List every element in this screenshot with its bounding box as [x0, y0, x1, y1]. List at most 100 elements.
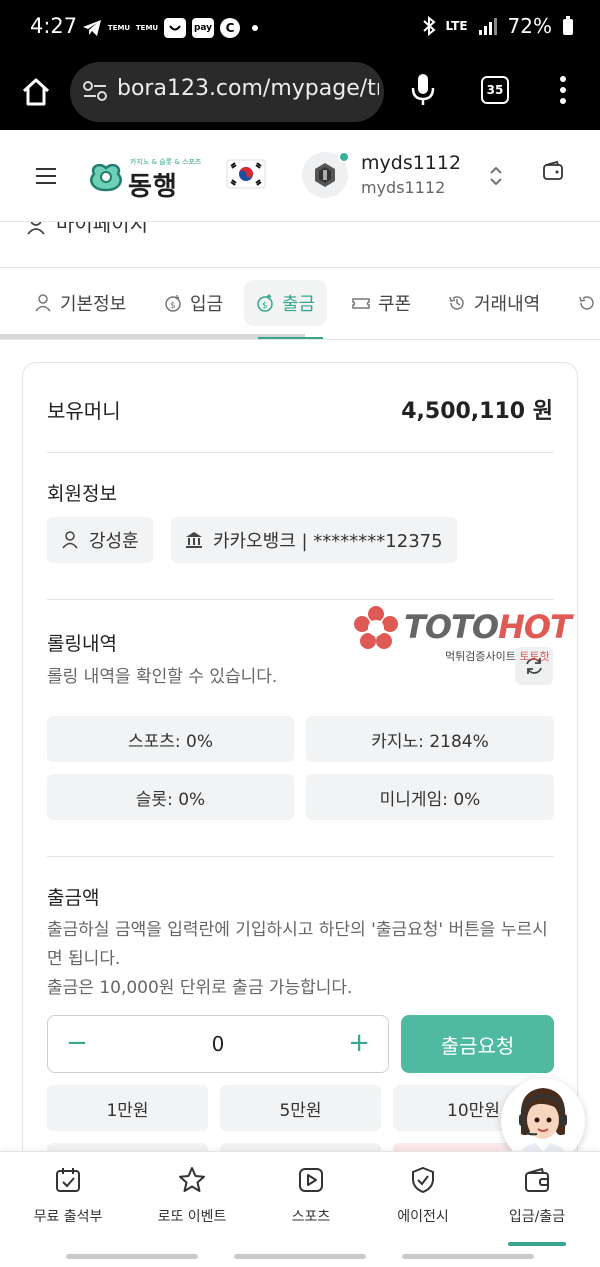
- signal-icon: [478, 18, 497, 35]
- gesture-bar: [402, 1254, 534, 1259]
- nav-label: 무료 출석부: [33, 1209, 103, 1225]
- mypage-tabs: 기본정보 $ 입금 $ 출금 쿠폰 거래내역: [0, 268, 600, 340]
- user-avatar[interactable]: [302, 151, 350, 198]
- network-label: LTE: [445, 19, 468, 33]
- tab-withdraw[interactable]: $ 출금: [244, 280, 328, 326]
- nav-label: 스포츠: [291, 1209, 331, 1225]
- dot-icon: [252, 25, 258, 31]
- temu-icon: TEMU: [108, 18, 130, 38]
- user-id: myds1112: [361, 178, 446, 197]
- active-tab-underline: [258, 337, 323, 339]
- bank-icon: [186, 532, 202, 548]
- shield-check-icon: [412, 1166, 434, 1194]
- temu-icon: TEMU: [136, 18, 158, 38]
- more-menu-icon[interactable]: [558, 74, 568, 106]
- system-icons: LTE 72%: [422, 14, 575, 38]
- star-icon: [179, 1167, 205, 1192]
- rolling-description: 롤링 내역을 확인할 수 있습니다.: [47, 667, 278, 687]
- tab-more[interactable]: [566, 280, 600, 326]
- microphone-icon[interactable]: [410, 72, 436, 106]
- balance-label: 보유머니: [47, 399, 121, 423]
- rolling-casino: 카지노: 2184%: [306, 716, 554, 762]
- notification-icons: TEMU TEMU pay C: [82, 18, 258, 38]
- ticket-icon: [352, 298, 370, 309]
- deposit-icon: $: [165, 295, 181, 312]
- withdraw-unit-note: 출금은 10,000원 단위로 출금 가능합니다.: [47, 978, 353, 998]
- site-header: 카지노 & 슬롯 & 스포츠 동행 myds1112 myds1112: [0, 130, 600, 222]
- divider: [47, 599, 554, 600]
- bluetooth-icon: [422, 16, 436, 36]
- battery-percent: 72%: [507, 14, 552, 38]
- status-bar: 4:27 TEMU TEMU pay C LTE 72%: [0, 0, 600, 58]
- username: myds1112: [361, 152, 462, 174]
- logo-name: 동행: [128, 172, 178, 202]
- divider: [47, 856, 554, 857]
- user-icon: [35, 294, 51, 312]
- quick-amount-10k[interactable]: 1만원: [47, 1085, 208, 1131]
- gesture-bar: [66, 1254, 198, 1259]
- battery-icon: [563, 16, 573, 35]
- tab-history[interactable]: 거래내역: [436, 280, 552, 326]
- telegram-icon: [83, 20, 101, 36]
- bank-account-chip: 카카오뱅크 | ********12375: [171, 517, 457, 563]
- user-icon: [62, 531, 78, 549]
- play-icon: [299, 1168, 323, 1192]
- active-nav-indicator: [508, 1242, 566, 1246]
- nav-label: 에이전시: [397, 1209, 449, 1225]
- tab-basic-info[interactable]: 기본정보: [22, 280, 138, 326]
- tab-label: 거래내역: [474, 294, 541, 315]
- korea-flag-icon[interactable]: [226, 158, 266, 190]
- wallet-icon: [525, 1167, 549, 1192]
- increase-button[interactable]: +: [348, 1030, 370, 1056]
- browser-toolbar: bora123.com/mypage/tr 35: [0, 58, 600, 130]
- nav-lotto-event[interactable]: 로또 이벤트: [137, 1166, 247, 1236]
- withdraw-icon: $: [257, 294, 273, 312]
- calendar-check-icon: [56, 1168, 80, 1192]
- rolling-minigame: 미니게임: 0%: [306, 774, 554, 820]
- nav-label: 로또 이벤트: [157, 1209, 227, 1225]
- withdraw-card: 보유머니 4,500,110 원 회원정보 강성훈 카카오뱅크 | ******…: [22, 362, 578, 1222]
- wallet-icon[interactable]: [542, 160, 564, 182]
- watermark-brand: TOTOHOT: [404, 608, 572, 646]
- withdraw-description: 출금하실 금액을 입력란에 기입하시고 하단의 '출금요청' 버튼을 누르시면 …: [47, 920, 548, 969]
- nav-deposit-withdraw[interactable]: 입금/출금: [482, 1166, 592, 1236]
- site-logo[interactable]: 카지노 & 슬롯 & 스포츠 동행: [86, 154, 201, 202]
- svg-text:$: $: [262, 301, 268, 311]
- status-time: 4:27: [30, 14, 78, 38]
- account-switch-icon[interactable]: [488, 166, 504, 186]
- user-icon: [27, 222, 45, 235]
- nav-label: 입금/출금: [508, 1209, 566, 1225]
- rolling-slot: 슬롯: 0%: [47, 774, 294, 820]
- tab-label: 쿠폰: [378, 294, 412, 315]
- watermark-logo-icon: [354, 606, 398, 649]
- tab-coupon[interactable]: 쿠폰: [340, 280, 423, 326]
- tab-switcher-button[interactable]: 35: [481, 76, 509, 104]
- nav-sports[interactable]: 스포츠: [256, 1166, 366, 1236]
- amount-input[interactable]: 0: [48, 1032, 388, 1056]
- nav-attendance[interactable]: 무료 출석부: [13, 1166, 123, 1236]
- logo-mark-icon: [90, 163, 122, 192]
- tab-label: 입금: [190, 294, 224, 315]
- rolling-sports: 스포츠: 0%: [47, 716, 294, 762]
- balance-value: 4,500,110 원: [401, 399, 553, 424]
- hamburger-menu-icon[interactable]: [36, 167, 56, 185]
- pay-icon: pay: [192, 18, 214, 38]
- home-icon[interactable]: [20, 76, 52, 108]
- url-text[interactable]: bora123.com/mypage/tr: [117, 76, 379, 101]
- watermark-subtitle: 먹튀검증사이트 토토핫: [445, 650, 550, 663]
- tab-label: 출금: [282, 294, 316, 315]
- site-settings-icon[interactable]: [82, 80, 108, 102]
- history-icon: [579, 296, 594, 310]
- divider: [47, 452, 554, 453]
- page-title: 마이페이지: [56, 222, 148, 236]
- nav-agency[interactable]: 에이전시: [368, 1166, 478, 1236]
- c-icon: C: [220, 18, 240, 38]
- member-info-title: 회원정보: [47, 483, 117, 505]
- online-status-dot: [338, 151, 350, 163]
- tab-label: 기본정보: [60, 294, 127, 315]
- history-icon: [449, 296, 464, 310]
- quick-amount-50k[interactable]: 5만원: [220, 1085, 381, 1131]
- gesture-bar: [234, 1254, 366, 1259]
- tab-deposit[interactable]: $ 입금: [152, 280, 235, 326]
- withdraw-request-button[interactable]: 출금요청: [401, 1015, 554, 1073]
